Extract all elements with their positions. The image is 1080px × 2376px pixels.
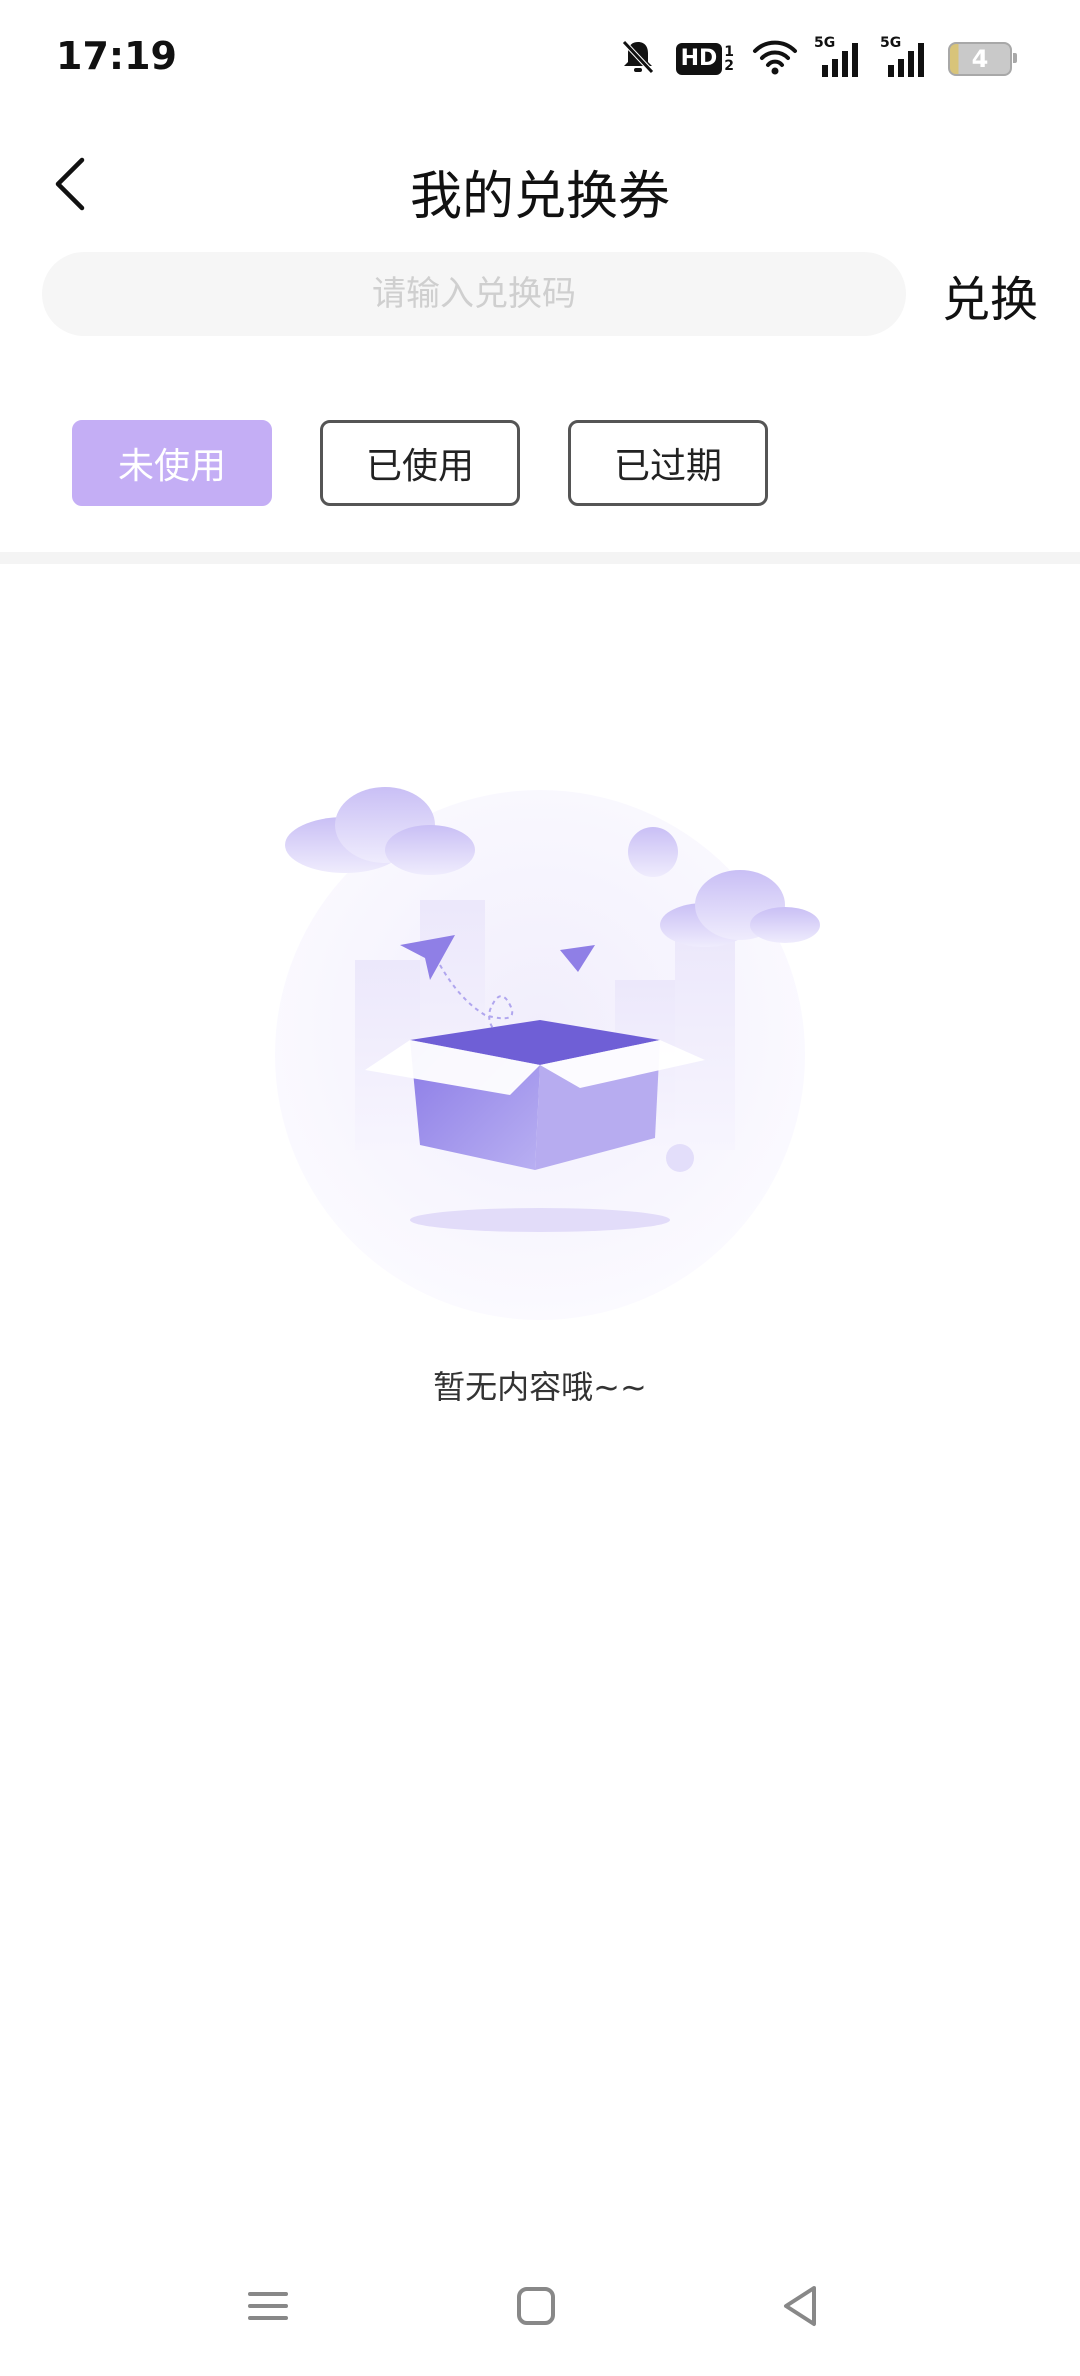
tab-expired[interactable]: 已过期 <box>568 420 768 506</box>
battery-level: 4 <box>971 45 989 73</box>
header: 我的兑换券 <box>0 140 1080 240</box>
menu-button[interactable] <box>228 2268 308 2348</box>
empty-state-message: 暂无内容哦~~ <box>433 1368 647 1406</box>
hd-label: HD <box>675 43 723 75</box>
page-title: 我的兑换券 <box>409 167 670 227</box>
system-nav-bar <box>0 2250 1080 2376</box>
bell-off-icon <box>618 37 658 81</box>
home-icon <box>514 2284 558 2332</box>
back-icon <box>778 2284 822 2332</box>
signal-5g-label: 5G <box>814 35 836 51</box>
redeem-code-input[interactable] <box>42 252 906 336</box>
redeem-button[interactable]: 兑换 <box>942 260 1038 330</box>
back-nav-button[interactable] <box>760 2268 840 2348</box>
status-bar: 17:19 HD 1 2 5G 5G 4 <box>0 0 1080 120</box>
battery-icon: 4 <box>948 42 1017 76</box>
home-button[interactable] <box>496 2268 576 2348</box>
hd-icon: HD 1 2 <box>675 43 734 75</box>
wifi-icon <box>752 37 798 81</box>
redeem-row: 兑换 <box>42 252 1042 336</box>
tab-unused[interactable]: 未使用 <box>72 420 272 506</box>
hd-sub-top: 1 <box>724 44 734 60</box>
status-time: 17:19 <box>56 34 177 78</box>
tab-used[interactable]: 已使用 <box>320 420 520 506</box>
signal-5g-label: 5G <box>880 35 902 51</box>
signal-5g-icon: 5G <box>880 35 930 79</box>
hd-sub-bottom: 2 <box>724 58 734 74</box>
menu-icon <box>246 2286 290 2330</box>
coupon-tabs: 未使用 已使用 已过期 <box>72 420 768 506</box>
section-divider <box>0 552 1080 564</box>
status-icons: HD 1 2 5G 5G 4 <box>618 34 1017 84</box>
empty-box-illustration <box>260 770 820 1330</box>
signal-5g-icon: 5G <box>814 35 864 79</box>
